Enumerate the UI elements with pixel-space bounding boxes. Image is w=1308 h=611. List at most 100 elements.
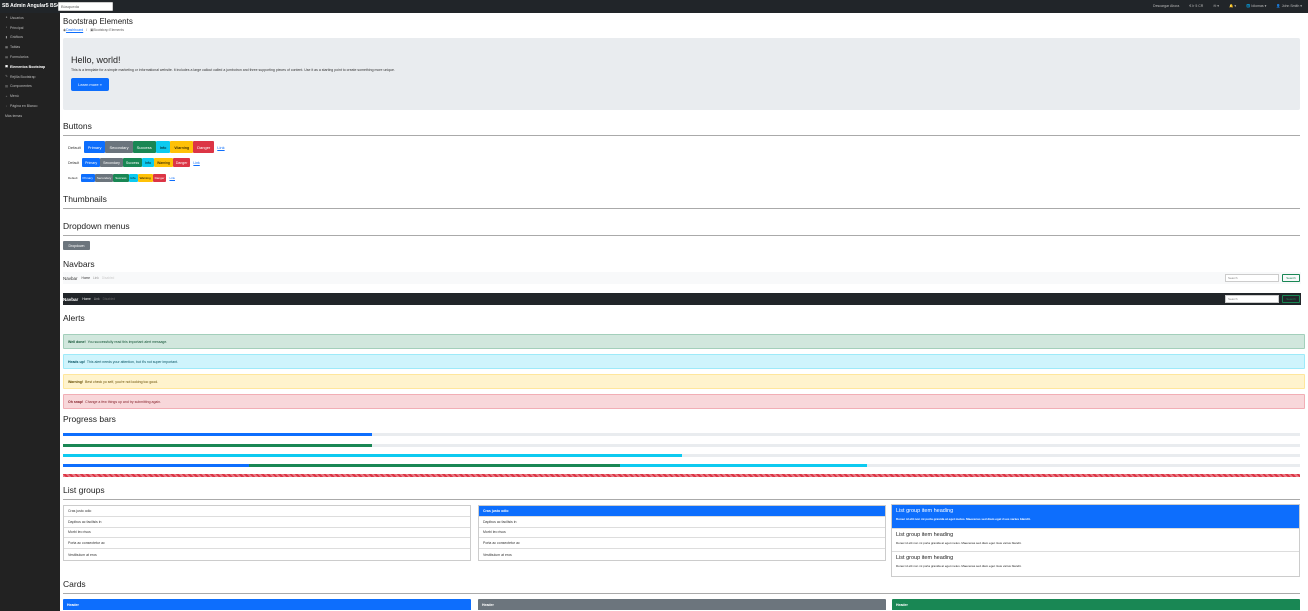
- navbar-dark: Navbar Home Link Disabled Search Search: [63, 293, 1301, 305]
- divider: [63, 593, 1300, 594]
- notifications-dropdown[interactable]: 🔔 ▾: [1229, 4, 1236, 8]
- primary-button[interactable]: Primary: [82, 158, 101, 167]
- breadcrumb-separator: /: [86, 28, 88, 32]
- button-row-label: Default: [68, 160, 80, 165]
- success-button[interactable]: Success: [113, 174, 129, 182]
- link-button[interactable]: Link: [217, 145, 224, 150]
- sidebar-item-label: Principal: [10, 25, 24, 30]
- secondary-button[interactable]: Secondary: [94, 174, 114, 182]
- navbar-search-input[interactable]: Search: [1225, 274, 1279, 282]
- primary-button[interactable]: Primary: [83, 141, 106, 153]
- success-button[interactable]: Success: [122, 158, 143, 167]
- sidebar-item-more-themes[interactable]: Más temas: [0, 111, 60, 121]
- list-item-text: Donec id elit non mi porta gravida at eg…: [896, 517, 1031, 521]
- warning-button[interactable]: Warning: [137, 174, 153, 182]
- primary-button[interactable]: Primary: [80, 174, 95, 182]
- warning-button[interactable]: Warning: [170, 141, 194, 153]
- link-button[interactable]: Link: [169, 176, 175, 180]
- sidebar-item-bootstrap-grid[interactable]: ✎ Rejilla Bootstrap: [0, 72, 60, 82]
- section-heading-progress: Progress bars: [63, 414, 116, 424]
- sidebar-item-label: Elementos Bootstrap: [10, 64, 46, 69]
- success-button[interactable]: Success: [132, 141, 156, 153]
- alert-success: Well done! You successfully read this imp…: [63, 334, 1305, 349]
- sidebar-item-blank-page[interactable]: ▫ Página en Blanco: [0, 101, 60, 111]
- navbar-link-home[interactable]: Home: [82, 297, 91, 301]
- list-item[interactable]: Dapibus ac facilisis in: [479, 517, 885, 528]
- list-item[interactable]: Porta ac consectetur ac: [64, 538, 470, 550]
- list-item[interactable]: Porta ac consectetur ac: [479, 538, 885, 550]
- navbar-brand[interactable]: Navbar: [63, 276, 78, 281]
- page-title: Bootstrap Elements: [63, 17, 133, 26]
- user-icon: ●: [5, 15, 8, 20]
- sidebar-item-forms[interactable]: ▤ Formularios: [0, 52, 60, 62]
- download-link[interactable]: Descargar Ahora: [1153, 4, 1179, 8]
- sidebar-item-label: Rejilla Bootstrap: [10, 74, 36, 79]
- sidebar-item-dashboard[interactable]: ▪ Principal: [0, 23, 60, 33]
- list-item-heading: List group item heading: [896, 531, 954, 538]
- danger-button[interactable]: Danger: [172, 158, 191, 167]
- navbar-search-button[interactable]: Search: [1282, 274, 1300, 282]
- alert-danger: Oh snap! Change a few things up and try s…: [63, 394, 1305, 409]
- navbar-link[interactable]: Link: [94, 297, 100, 301]
- sidebar-item-charts[interactable]: ▮ Gráficos: [0, 33, 60, 43]
- info-button[interactable]: Info: [142, 158, 154, 167]
- navbar-light: Navbar Home Link Disabled Search Search: [63, 272, 1301, 284]
- breadcrumb-dashboard-link[interactable]: Dashboard: [66, 28, 83, 32]
- progress-fill: [63, 433, 373, 436]
- sidebar-item-label: Tablas: [10, 45, 21, 50]
- list-item[interactable]: List group item heading Donec id elit no…: [892, 552, 1299, 576]
- app-brand[interactable]: SB Admin Angular5 BS4: [2, 3, 60, 9]
- info-button[interactable]: Info: [128, 174, 138, 182]
- navbar-search-input[interactable]: Search: [1225, 295, 1279, 303]
- list-item[interactable]: Dapibus ac facilisis in: [64, 517, 470, 528]
- section-heading-dropdowns: Dropdown menus: [63, 221, 130, 231]
- list-item[interactable]: Morbi leo risus: [479, 528, 885, 539]
- danger-button[interactable]: Danger: [193, 141, 215, 153]
- dropdown-button[interactable]: Dropdown: [63, 241, 90, 250]
- sidebar-item-bootstrap-elements[interactable]: ▣ Elementos Bootstrap: [0, 62, 60, 72]
- link-button[interactable]: Link: [193, 161, 199, 165]
- list-item[interactable]: Vestibulum at eros: [64, 549, 470, 560]
- list-item-heading: List group item heading: [896, 555, 954, 562]
- navbar-link-disabled: Disabled: [102, 297, 116, 301]
- list-item[interactable]: Vestibulum at eros: [479, 549, 885, 560]
- sidebar-item-label: Menú: [10, 94, 19, 99]
- list-item[interactable]: Cras justo odio: [64, 506, 470, 517]
- sidebar-item-menu[interactable]: + Menú: [0, 91, 60, 101]
- list-item-active[interactable]: Cras justo odio: [479, 506, 885, 517]
- learn-more-button[interactable]: Learn more »: [71, 78, 109, 91]
- danger-button[interactable]: Danger: [152, 174, 167, 182]
- navbar-brand[interactable]: Navbar: [63, 297, 78, 302]
- search-input[interactable]: Búsqueda: [58, 2, 113, 11]
- list-item[interactable]: Morbi leo risus: [64, 528, 470, 539]
- progress-bar: [63, 444, 1300, 447]
- sidebar-item-tables[interactable]: ▦ Tablas: [0, 42, 60, 52]
- language-dropdown[interactable]: 🌐 Idiomas ▾: [1246, 4, 1266, 8]
- section-heading-navbars: Navbars: [63, 259, 95, 269]
- navbar-link-home[interactable]: Home: [82, 276, 91, 280]
- list-item[interactable]: List group item heading Donec id elit no…: [892, 529, 1299, 553]
- secondary-button[interactable]: Secondary: [100, 158, 123, 167]
- secondary-button[interactable]: Secondary: [105, 141, 133, 153]
- button-row-label: Default: [68, 144, 81, 150]
- list-item-text: Donec id elit non mi porta gravida at eg…: [896, 540, 1022, 545]
- navbar-search-button[interactable]: Search: [1282, 295, 1300, 303]
- rtl-link[interactable]: € Ir 5 CR: [1189, 4, 1203, 8]
- messages-dropdown[interactable]: ✉ ▾: [1213, 4, 1219, 8]
- info-button[interactable]: Info: [155, 141, 171, 153]
- button-row-medium: Default Primary Secondary Success Info W…: [68, 158, 200, 167]
- navbar-link[interactable]: Link: [93, 276, 99, 280]
- sidebar-item-components[interactable]: ▧ Componentes: [0, 82, 60, 92]
- list-item-active[interactable]: List group item heading Donec id elit no…: [892, 505, 1299, 529]
- alert-strong: Heads up!: [68, 359, 85, 364]
- alert-text: This alert needs your attention, but it'…: [86, 359, 179, 364]
- sidebar-item-users[interactable]: ● Usuarios: [0, 13, 60, 23]
- list-group-linked: Cras justo odio Dapibus ac facilisis in …: [478, 505, 886, 561]
- jumbotron: Hello, world! This is a template for a s…: [63, 38, 1300, 110]
- warning-button[interactable]: Warning: [153, 158, 173, 167]
- sidebar-item-label: Más temas: [5, 113, 23, 118]
- user-menu[interactable]: 👤 John Smith ▾: [1276, 4, 1302, 8]
- top-navbar: SB Admin Angular5 BS4 Búsqueda Descargar…: [0, 0, 1308, 13]
- progress-bar: [63, 433, 1300, 436]
- form-icon: ▤: [5, 54, 8, 59]
